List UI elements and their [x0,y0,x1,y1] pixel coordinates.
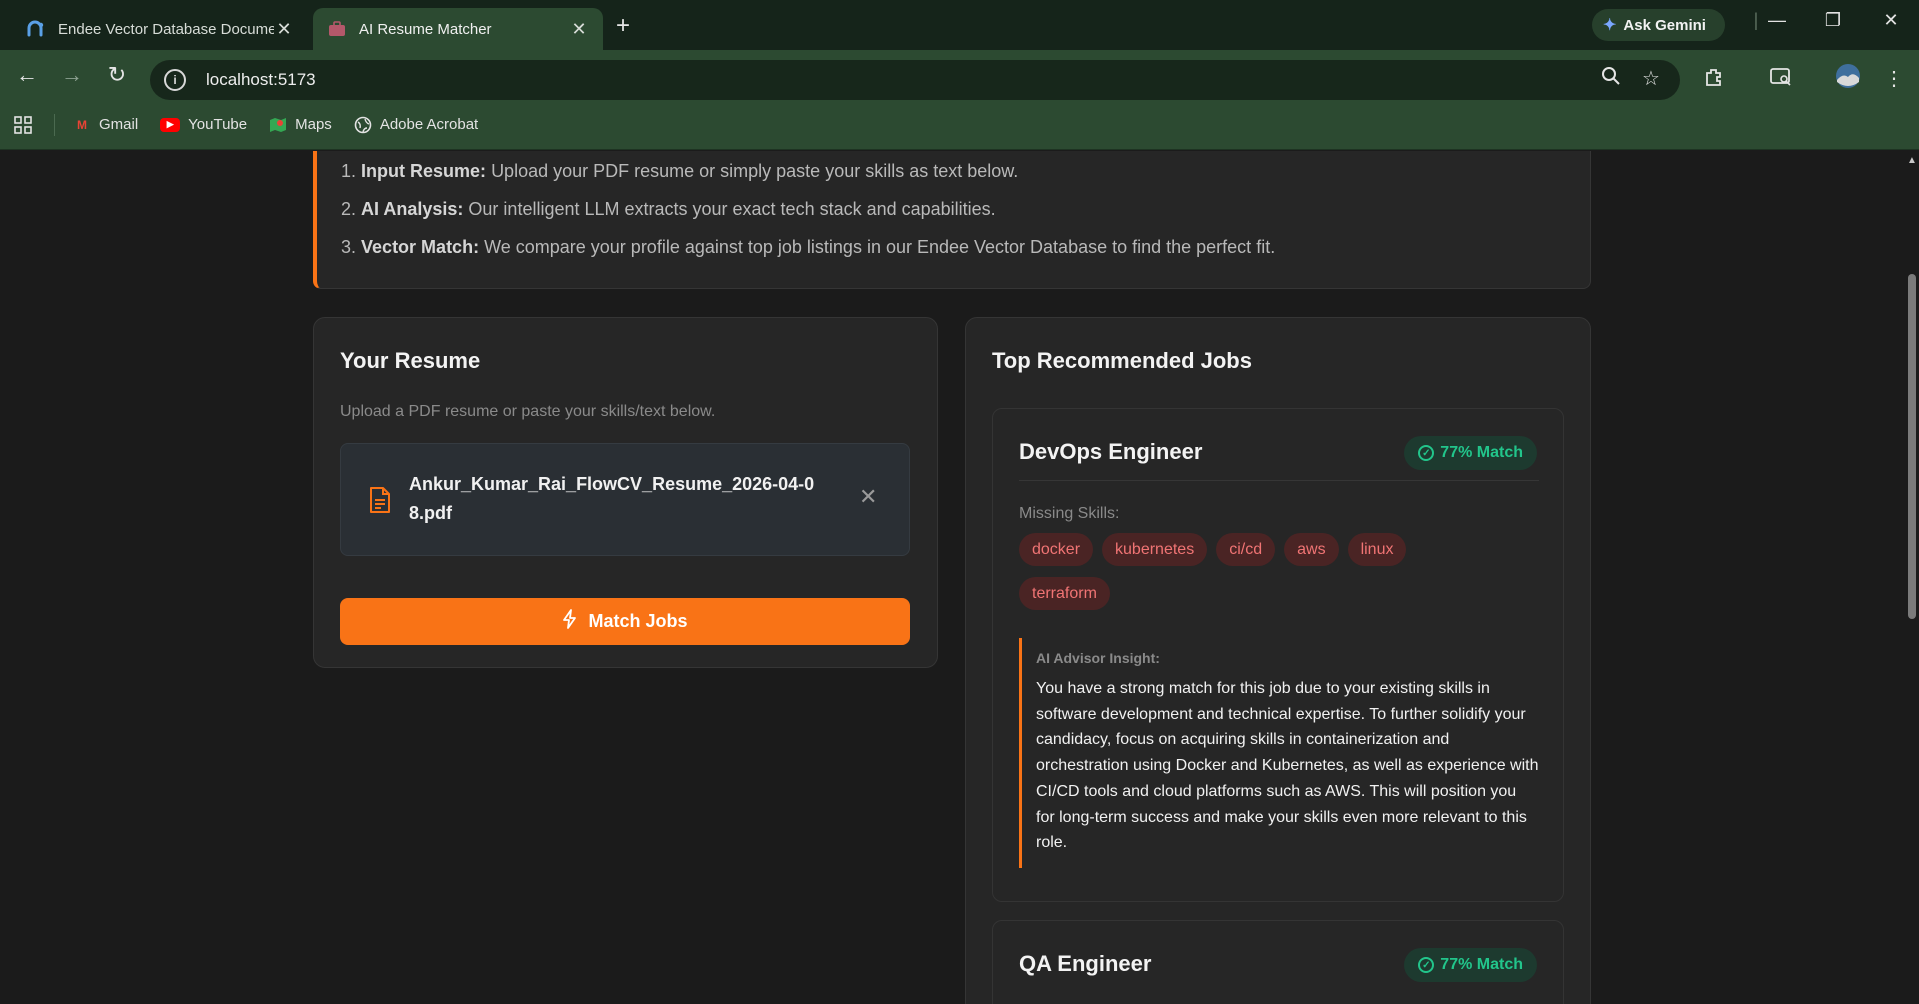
tab-strip: Endee Vector Database Documentation ✕ AI… [0,0,1919,50]
zoom-icon[interactable] [1597,66,1625,92]
forward-arrow-icon[interactable]: → [57,62,87,88]
close-tab-icon[interactable]: ✕ [569,19,589,40]
step-title: Vector Match: [361,237,480,257]
ask-gemini-button[interactable]: ✦ Ask Gemini [1592,9,1725,41]
skill-tag: docker [1019,533,1094,566]
minimize-icon[interactable]: — [1762,10,1792,31]
match-jobs-label: Match Jobs [588,611,688,631]
page-scrollbar[interactable]: ▲ [1905,151,1919,1004]
tab-title: AI Resume Matcher [359,20,492,38]
job-title: DevOps Engineer [1019,439,1203,464]
page-viewport: 1. Input Resume: Upload your PDF resume … [0,151,1905,1004]
step-text: We compare your profile against top job … [484,237,1276,257]
close-window-icon[interactable]: ✕ [1876,10,1906,31]
job-divider [1019,480,1539,481]
step-number: 2. [341,199,357,219]
bookmark-star-icon[interactable]: ☆ [1637,66,1665,91]
bookmark-label: Maps [295,116,332,133]
step-title: Input Resume: [361,161,487,181]
insight-label: AI Advisor Insight: [1036,650,1160,666]
skill-tag: ci/cd [1216,533,1276,566]
url-text[interactable]: localhost:5173 [206,70,316,90]
skill-tag: terraform [1019,577,1110,610]
profile-avatar[interactable] [1834,63,1862,95]
bookmark-maps[interactable]: Maps [269,116,332,134]
step-number: 3. [341,237,357,257]
skill-tag: linux [1347,533,1407,566]
ask-gemini-label: Ask Gemini [1623,16,1706,34]
uploaded-file-box: Ankur_Kumar_Rai_FlowCV_Resume_2026-04-08… [340,443,910,556]
recommended-jobs-card: Top Recommended Jobs DevOps Engineer ✓ 7… [965,317,1591,1004]
step-item: 3. Vector Match: We compare your profile… [341,236,1590,258]
missing-skills-list: docker kubernetes ci/cd aws linux terraf… [1019,533,1439,610]
file-document-icon [370,487,390,513]
briefcase-icon [329,21,345,36]
match-jobs-button[interactable]: Match Jobs [340,598,910,645]
step-text: Our intelligent LLM extracts your exact … [468,199,996,219]
bookmark-label: Adobe Acrobat [379,116,479,133]
scrollbar-thumb[interactable] [1908,274,1916,619]
maps-icon [269,116,287,134]
insight-text: You have a strong match for this job due… [1036,680,1539,852]
match-badge: ✓ 77% Match [1404,436,1537,470]
check-circle-icon: ✓ [1418,445,1435,461]
steps-list: 1. Input Resume: Upload your PDF resume … [341,160,1590,258]
check-circle-icon: ✓ [1418,957,1435,973]
how-it-works-panel: 1. Input Resume: Upload your PDF resume … [313,151,1591,289]
step-title: AI Analysis: [361,199,464,219]
apps-grid-icon[interactable] [14,115,32,134]
bookmark-adobe-acrobat[interactable]: Adobe Acrobat [354,116,478,134]
bookmarks-separator [54,113,55,136]
step-item: 2. AI Analysis: Our intelligent LLM extr… [341,198,1590,220]
remove-file-icon[interactable]: ✕ [859,484,877,510]
site-info-icon[interactable]: i [164,69,186,91]
close-tab-icon[interactable]: ✕ [274,19,294,40]
globe-icon [354,116,372,134]
tab-search-icon[interactable] [1767,66,1795,94]
job-card: QA Engineer ✓ 77% Match [992,920,1564,1004]
extensions-icon[interactable] [1700,66,1728,94]
ai-advisor-insight: AI Advisor Insight: You have a strong ma… [1019,638,1539,868]
gmail-icon: M [77,117,87,132]
step-text: Upload your PDF resume or simply paste y… [491,161,1019,181]
job-card: DevOps Engineer ✓ 77% Match Missing Skil… [992,408,1564,902]
match-percent: 77% Match [1440,444,1523,461]
bookmark-youtube[interactable]: ▶ YouTube [160,116,247,133]
skill-tag: kubernetes [1102,533,1208,566]
new-tab-button[interactable]: + [616,12,630,40]
endee-logo-icon [27,20,44,37]
bookmark-gmail[interactable]: M Gmail [73,116,138,134]
job-title: QA Engineer [1019,951,1152,976]
bookmark-label: Gmail [99,116,139,133]
resume-subtitle: Upload a PDF resume or paste your skills… [340,403,716,420]
step-number: 1. [341,161,357,181]
lightning-icon [562,609,578,634]
browser-menu-icon[interactable]: ⋮ [1880,66,1908,91]
bookmark-label: YouTube [188,116,248,133]
resume-card-title: Your Resume [340,348,481,373]
missing-skills-label: Missing Skills: [1019,505,1120,522]
scroll-up-arrow-icon[interactable]: ▲ [1907,155,1917,166]
jobs-card-title: Top Recommended Jobs [992,348,1252,373]
address-bar[interactable]: i localhost:5173 [150,60,1680,100]
match-percent: 77% Match [1440,956,1523,973]
tab-ai-resume-matcher[interactable]: AI Resume Matcher ✕ [313,8,603,50]
youtube-icon: ▶ [160,117,181,132]
match-badge: ✓ 77% Match [1404,948,1537,982]
tab-endee-docs[interactable]: Endee Vector Database Documentation ✕ [12,8,308,50]
gemini-sparkle-icon: ✦ [1603,17,1617,34]
uploaded-file-name: Ankur_Kumar_Rai_FlowCV_Resume_2026-04-08… [409,474,815,523]
reload-icon[interactable]: ↻ [102,62,132,88]
restore-icon[interactable]: ❐ [1818,10,1848,31]
step-item: 1. Input Resume: Upload your PDF resume … [341,160,1590,182]
resume-card: Your Resume Upload a PDF resume or paste… [313,317,938,668]
bookmarks-bar: M Gmail ▶ YouTube Maps Adobe Acrobat [0,100,1919,150]
back-arrow-icon[interactable]: ← [12,62,42,88]
skill-tag: aws [1284,533,1339,566]
tab-title: Endee Vector Database Documentation [58,20,274,38]
